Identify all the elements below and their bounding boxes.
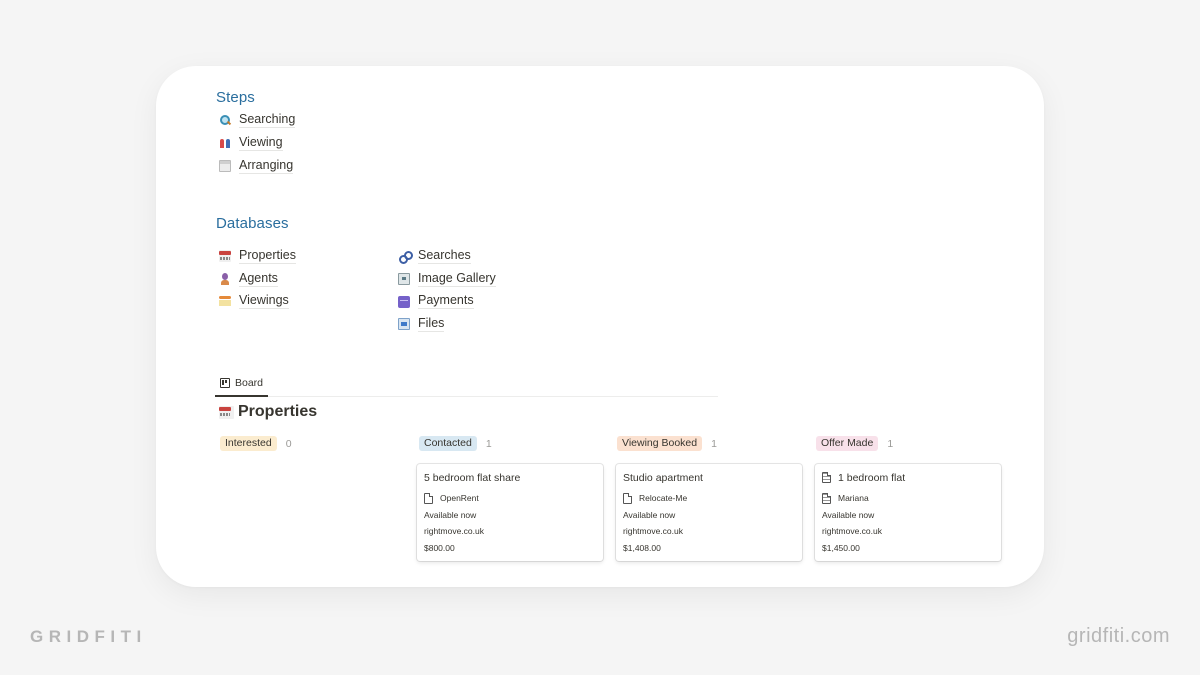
database-link-searches[interactable]: Searches [398, 246, 471, 266]
column-count: 1 [485, 437, 492, 450]
gridfiti-url: gridfiti.com [1067, 625, 1170, 647]
column-count: 0 [285, 437, 292, 450]
card-availability: Available now [822, 509, 875, 520]
step-link-arranging[interactable]: Arranging [219, 156, 294, 176]
view-tab-bar: Board [215, 371, 718, 397]
card-availability: Available now [424, 509, 477, 520]
page-icon [424, 492, 433, 504]
board-card[interactable]: 1 bedroom flat Mariana Available now rig… [815, 464, 1001, 561]
database-link-agents[interactable]: Agents [219, 269, 278, 289]
card-agent-label: Relocate-Me [639, 493, 688, 504]
properties-icon [219, 250, 231, 262]
column-count: 1 [711, 437, 717, 450]
page-icon [623, 492, 632, 504]
status-tag: Interested [220, 436, 277, 451]
card-title: 5 bedroom flat share [424, 471, 521, 484]
card-availability: Available now [623, 509, 676, 520]
step-link-viewing[interactable]: Viewing [219, 133, 283, 153]
agent-icon [219, 273, 231, 285]
card-source: rightmove.co.uk [623, 526, 683, 537]
card-price: $1,408.00 [623, 542, 661, 553]
card-agent[interactable]: OpenRent [424, 490, 596, 507]
database-link-properties[interactable]: Properties [219, 246, 296, 266]
card-price: $1,450.00 [822, 542, 860, 553]
step-link-searching[interactable]: Searching [219, 110, 296, 130]
card-agent[interactable]: Relocate-Me [623, 490, 795, 507]
status-tag: Offer Made [816, 436, 879, 451]
step-link-label: Searching [239, 112, 296, 128]
tab-board[interactable]: Board [215, 371, 268, 397]
card-source: rightmove.co.uk [822, 526, 882, 537]
column-header-contacted[interactable]: Contacted 1 [419, 436, 492, 451]
board-title-text: Properties [238, 403, 318, 420]
database-link-label: Searches [418, 248, 471, 264]
gridfiti-logo: GRIDFITI [30, 627, 147, 646]
credit-card-icon [398, 296, 410, 308]
card-title: Studio apartment [623, 471, 703, 484]
board-card[interactable]: 5 bedroom flat share OpenRent Available … [417, 464, 603, 561]
databases-heading: Databases [216, 215, 289, 232]
database-link-label: Payments [418, 293, 474, 309]
column-header-interested[interactable]: Interested 0 [220, 436, 292, 451]
gallery-icon [398, 273, 410, 285]
card-price: $800.00 [424, 542, 455, 553]
card-source: rightmove.co.uk [424, 526, 484, 537]
card-agent[interactable]: Mariana [822, 490, 994, 507]
viewings-icon [219, 295, 231, 307]
database-link-label: Image Gallery [418, 271, 496, 287]
status-tag: Contacted [419, 436, 477, 451]
database-link-label: Agents [239, 271, 278, 287]
status-tag: Viewing Booked [617, 436, 703, 451]
tab-board-label: Board [235, 377, 264, 389]
database-link-label: Files [418, 316, 445, 332]
steps-heading: Steps [216, 89, 255, 106]
board-card[interactable]: Studio apartment Relocate-Me Available n… [616, 464, 802, 561]
card-title: 1 bedroom flat [838, 471, 906, 484]
calendar-icon [219, 160, 231, 172]
database-link-image-gallery[interactable]: Image Gallery [398, 269, 496, 289]
file-box-icon [398, 318, 410, 330]
card-title-row: 1 bedroom flat [822, 471, 994, 484]
link-icon [398, 250, 413, 264]
database-link-label: Viewings [239, 293, 289, 309]
database-link-payments[interactable]: Payments [398, 291, 474, 311]
properties-icon [219, 405, 234, 419]
column-count: 1 [887, 437, 894, 450]
database-link-label: Properties [239, 248, 296, 264]
board-icon [220, 378, 230, 388]
card-agent-label: OpenRent [440, 493, 479, 504]
step-link-label: Arranging [239, 158, 294, 174]
people-icon [219, 137, 231, 149]
card-agent-label: Mariana [838, 493, 869, 504]
magnifying-glass-icon [219, 114, 231, 126]
column-header-offer-made[interactable]: Offer Made 1 [816, 436, 893, 451]
column-header-viewing-booked[interactable]: Viewing Booked 1 [617, 436, 717, 451]
board-title[interactable]: Properties [219, 403, 317, 421]
document-icon [822, 472, 831, 483]
document-icon [822, 492, 831, 504]
database-link-viewings[interactable]: Viewings [219, 291, 289, 311]
database-link-files[interactable]: Files [398, 314, 445, 334]
step-link-label: Viewing [239, 135, 283, 151]
